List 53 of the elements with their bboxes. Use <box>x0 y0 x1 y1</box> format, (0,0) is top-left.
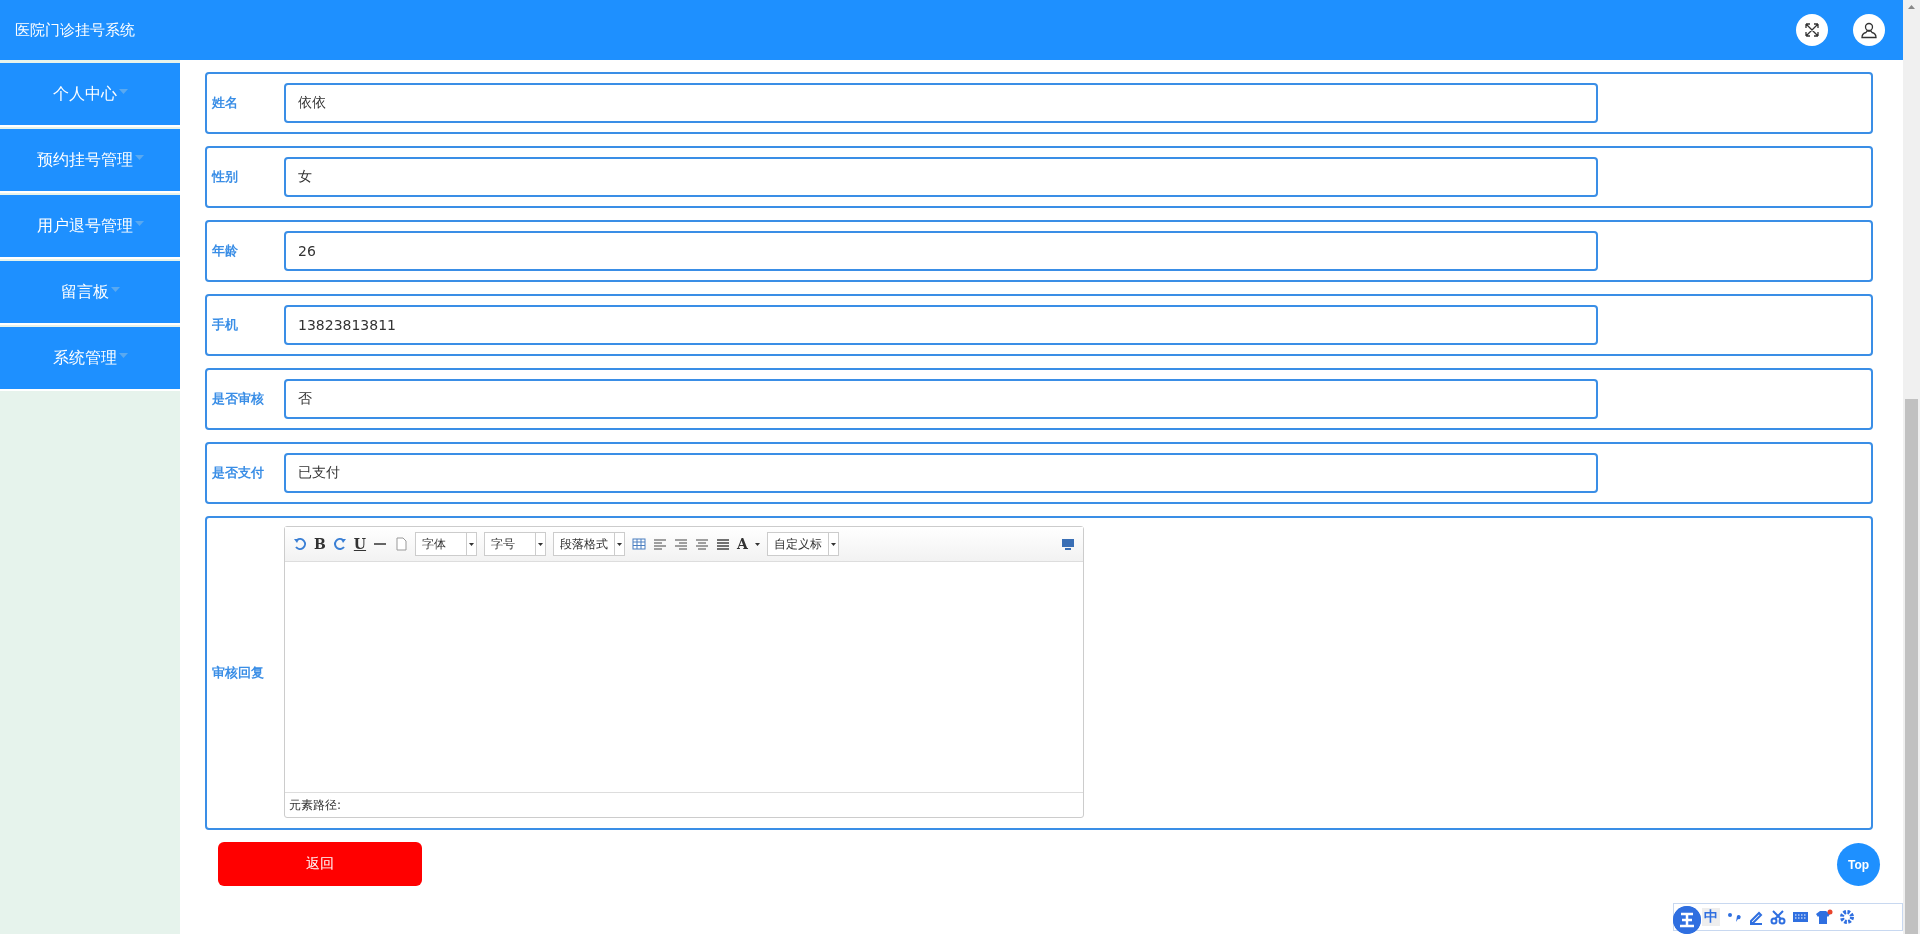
caret-icon <box>134 220 144 226</box>
align-right-icon[interactable] <box>674 537 689 551</box>
input-field[interactable]: 13823813811 <box>284 305 1598 345</box>
input-field[interactable]: 26 <box>284 231 1598 271</box>
fullscreen-button[interactable] <box>1796 14 1828 46</box>
pen-icon[interactable] <box>1748 909 1764 925</box>
input-field[interactable]: 依依 <box>284 83 1598 123</box>
back-button[interactable]: 返回 <box>218 842 422 886</box>
justify-icon[interactable] <box>716 537 731 551</box>
caret-icon <box>754 542 760 546</box>
input-field[interactable]: 已支付 <box>284 453 1598 493</box>
input-field[interactable]: 否 <box>284 379 1598 419</box>
field-label: 审核回复 <box>212 664 265 682</box>
field-label: 姓名 <box>212 94 239 112</box>
punctuation-icon[interactable] <box>1726 910 1742 924</box>
redo-icon[interactable] <box>332 537 347 551</box>
field-label: 年龄 <box>212 242 239 260</box>
align-left-icon[interactable] <box>653 537 668 551</box>
field-label: 手机 <box>212 316 239 334</box>
field-label: 是否支付 <box>212 464 265 482</box>
dropdown[interactable]: 段落格式 <box>553 532 626 556</box>
dropdown[interactable]: 字体 <box>415 532 478 556</box>
caret-icon <box>617 542 623 546</box>
ime-mode-button[interactable]: 中 <box>1702 908 1720 926</box>
align-center-icon[interactable] <box>695 537 710 551</box>
caret-icon <box>118 88 128 94</box>
caret-icon <box>110 286 120 292</box>
scrollbar-thumb[interactable] <box>1905 399 1918 934</box>
undo-icon[interactable] <box>293 537 307 551</box>
caret-icon <box>134 154 144 160</box>
shirt-icon[interactable] <box>1815 909 1833 925</box>
app-title: 医院门诊挂号系统 <box>15 20 136 40</box>
bold-button[interactable]: B <box>314 536 326 552</box>
field-label: 是否审核 <box>212 390 265 408</box>
user-icon <box>1860 21 1878 39</box>
settings-icon[interactable] <box>1839 909 1855 925</box>
table-icon[interactable] <box>632 537 647 551</box>
user-button[interactable] <box>1853 14 1885 46</box>
caret-icon <box>469 542 475 546</box>
element-path-label: 元素路径: <box>285 792 1083 817</box>
scissors-icon[interactable] <box>1770 909 1786 925</box>
underline-button[interactable]: U <box>353 536 367 552</box>
caret-icon <box>538 542 544 546</box>
keyboard-icon[interactable] <box>1792 910 1809 924</box>
expand-icon <box>1804 22 1820 38</box>
field-label: 性别 <box>212 168 239 186</box>
dropdown[interactable]: 自定义标 <box>766 532 839 556</box>
font-color-button[interactable]: A <box>737 536 748 552</box>
dropdown[interactable]: 字号 <box>484 532 547 556</box>
caret-icon <box>118 352 128 358</box>
monitor-icon[interactable] <box>1061 537 1075 551</box>
caret-icon <box>830 542 836 546</box>
input-field[interactable]: 女 <box>284 157 1598 197</box>
